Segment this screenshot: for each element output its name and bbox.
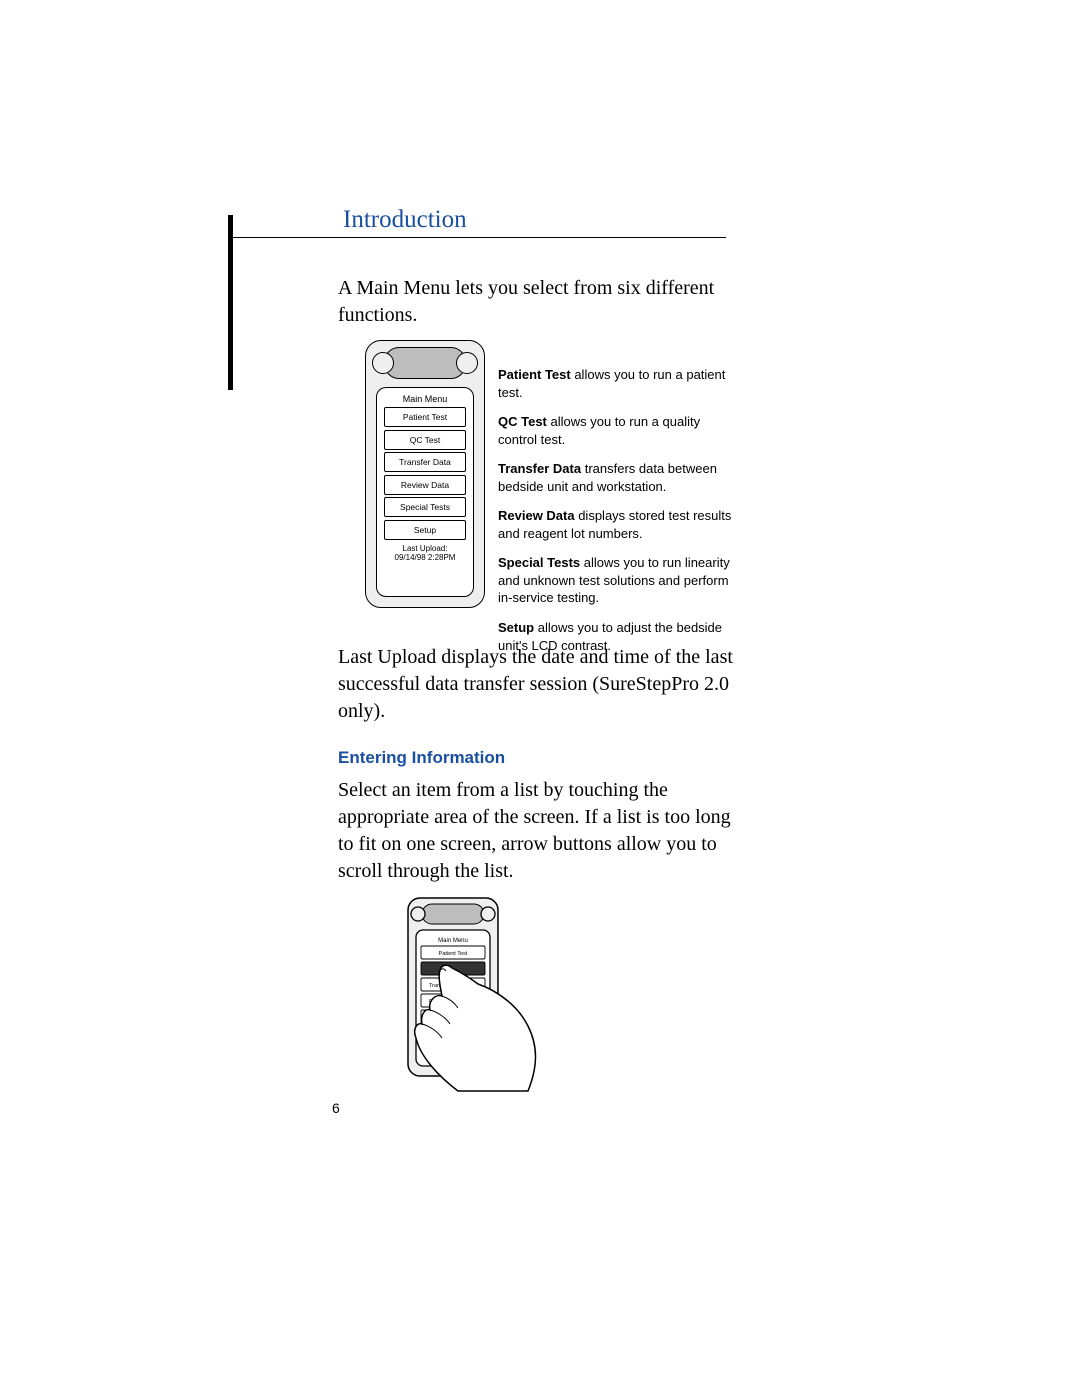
lcd-footer: Last Upload: 09/14/98 2:28PM <box>381 544 469 563</box>
svg-text:Main Menu: Main Menu <box>438 938 468 944</box>
select-paragraph: Select an item from a list by touching t… <box>338 777 738 885</box>
lcd-screen: Main Menu Patient Test QC Test Transfer … <box>376 387 474 597</box>
last-upload-paragraph: Last Upload displays the date and time o… <box>338 644 738 725</box>
desc-transfer-data: Transfer Data transfers data between bed… <box>498 460 738 495</box>
lcd-footer-label: Last Upload: <box>403 544 448 553</box>
manual-page: Introduction A Main Menu lets you select… <box>0 0 1080 1397</box>
horizontal-rule <box>228 237 726 238</box>
desc-bold: Transfer Data <box>498 461 581 476</box>
touch-svg: Main Menu Patient Test Trans Revie Speci… <box>378 896 548 1096</box>
desc-bold: QC Test <box>498 414 547 429</box>
intro-paragraph: A Main Menu lets you select from six dif… <box>338 275 738 329</box>
device-knob-right <box>456 352 478 374</box>
subheading-entering-information: Entering Information <box>338 748 505 768</box>
desc-bold: Special Tests <box>498 555 580 570</box>
vertical-rule <box>228 215 233 390</box>
device-illustration-main-menu: Main Menu Patient Test QC Test Transfer … <box>365 340 485 608</box>
device-knob-left <box>372 352 394 374</box>
lcd-button-patient-test: Patient Test <box>384 407 466 427</box>
device-top-groove <box>384 347 466 379</box>
desc-bold: Setup <box>498 620 534 635</box>
svg-text:Patient Test: Patient Test <box>439 951 468 957</box>
lcd-button-review-data: Review Data <box>384 475 466 495</box>
desc-patient-test: Patient Test allows you to run a patient… <box>498 366 738 401</box>
desc-special-tests: Special Tests allows you to run linearit… <box>498 554 738 607</box>
lcd-footer-value: 09/14/98 2:28PM <box>395 553 456 562</box>
device-illustration-touch: Main Menu Patient Test Trans Revie Speci… <box>378 896 548 1096</box>
lcd-screen-title: Main Menu <box>381 394 469 404</box>
desc-qc-test: QC Test allows you to run a quality cont… <box>498 413 738 448</box>
desc-bold: Patient Test <box>498 367 571 382</box>
lcd-button-special-tests: Special Tests <box>384 497 466 517</box>
lcd-button-qc-test: QC Test <box>384 430 466 450</box>
lcd-button-transfer-data: Transfer Data <box>384 452 466 472</box>
page-number: 6 <box>332 1100 340 1116</box>
device-body: Main Menu Patient Test QC Test Transfer … <box>365 340 485 608</box>
function-descriptions: Patient Test allows you to run a patient… <box>498 366 738 666</box>
section-title: Introduction <box>343 206 473 234</box>
lcd-button-setup: Setup <box>384 520 466 540</box>
desc-bold: Review Data <box>498 508 575 523</box>
desc-review-data: Review Data displays stored test results… <box>498 507 738 542</box>
